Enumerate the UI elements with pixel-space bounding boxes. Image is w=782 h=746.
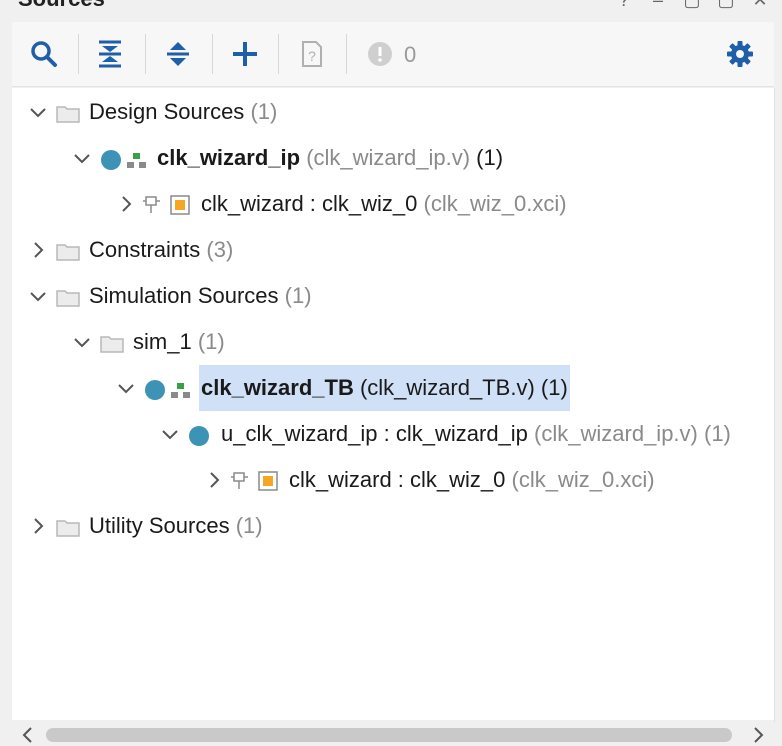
tree-node-clk-wiz-0[interactable]: clk_wizard : clk_wiz_0 (clk_wiz_0.xci) bbox=[12, 184, 774, 224]
issues-button[interactable] bbox=[362, 36, 398, 72]
sources-tree[interactable]: Design Sources (1) clk_wizard_ip (clk_wi… bbox=[12, 88, 774, 720]
unknown-file-button[interactable]: ? bbox=[294, 36, 330, 72]
chevron-right-icon[interactable] bbox=[204, 470, 224, 490]
ip-block-icon bbox=[170, 195, 190, 215]
scroll-right-icon[interactable] bbox=[750, 726, 766, 744]
chevron-down-icon[interactable] bbox=[28, 102, 48, 122]
module-file: (clk_wizard_ip.v) bbox=[306, 145, 471, 170]
issue-count: 0 bbox=[404, 42, 417, 67]
tree-node-clk-wizard-ip[interactable]: clk_wizard_ip (clk_wizard_ip.v) (1) bbox=[12, 138, 774, 178]
chevron-down-icon[interactable] bbox=[72, 332, 92, 352]
expand-all-icon bbox=[167, 42, 189, 66]
chevron-down-icon[interactable] bbox=[160, 424, 180, 444]
close-icon[interactable]: ✕ bbox=[750, 0, 770, 10]
help-icon[interactable]: ? bbox=[614, 0, 634, 10]
toolbar-separator bbox=[145, 34, 146, 74]
tree-node-label: Design Sources bbox=[89, 99, 245, 124]
ip-core-icon bbox=[143, 196, 160, 213]
window-buttons: ? – ▢ ▢ ✕ bbox=[614, 0, 770, 10]
tree-node-sim-1[interactable]: sim_1 (1) bbox=[12, 322, 774, 362]
selected-highlight: clk_wizard_TB (clk_wizard_TB.v) (1) bbox=[199, 365, 570, 411]
search-icon bbox=[31, 41, 57, 67]
tree-node-count: (1) bbox=[284, 283, 312, 308]
collapse-all-button[interactable] bbox=[92, 36, 128, 72]
instance-file: (clk_wizard_ip.v) bbox=[534, 421, 698, 446]
module-file: (clk_wizard_TB.v) bbox=[359, 375, 535, 400]
tree-node-label: Simulation Sources bbox=[89, 283, 279, 308]
tree-node-simulation-sources[interactable]: Simulation Sources (1) bbox=[12, 276, 774, 316]
chevron-down-icon[interactable] bbox=[28, 286, 48, 306]
instance-name: clk_wizard : clk_wiz_0 bbox=[201, 191, 418, 216]
minimize-icon[interactable]: – bbox=[648, 0, 668, 10]
maximize-icon[interactable]: ▢ bbox=[716, 0, 736, 10]
module-dot-icon bbox=[145, 380, 165, 400]
ip-block-icon bbox=[258, 471, 278, 491]
module-dot-icon bbox=[101, 150, 121, 170]
tree-node-label: sim_1 bbox=[133, 329, 192, 354]
toolbar-separator bbox=[78, 34, 79, 74]
tree-node-clk-wizard-tb[interactable]: clk_wizard_TB (clk_wizard_TB.v) (1) bbox=[12, 365, 774, 411]
sources-toolbar: ? 0 bbox=[12, 22, 774, 87]
tree-node-count: (1) bbox=[250, 99, 278, 124]
tree-node-count: (1) bbox=[235, 513, 263, 538]
hierarchy-icon bbox=[127, 153, 146, 168]
module-dot-icon bbox=[189, 426, 209, 446]
tree-node-label: Utility Sources bbox=[89, 513, 230, 538]
toolbar-separator bbox=[278, 34, 279, 74]
toolbar-separator bbox=[212, 34, 213, 74]
folder-icon bbox=[100, 336, 124, 353]
tree-node-constraints[interactable]: Constraints (3) bbox=[12, 230, 774, 270]
svg-text:?: ? bbox=[308, 48, 316, 64]
module-name: clk_wizard_ip bbox=[157, 145, 301, 170]
instance-file: (clk_wiz_0.xci) bbox=[423, 191, 567, 216]
module-name: clk_wizard_TB bbox=[201, 375, 354, 400]
instance-file: (clk_wiz_0.xci) bbox=[511, 467, 655, 492]
tree-node-clk-wiz-0-sim[interactable]: clk_wizard : clk_wiz_0 (clk_wiz_0.xci) bbox=[12, 460, 774, 500]
panel-titlebar: Sources ? – ▢ ▢ ✕ bbox=[0, 0, 782, 22]
plus-icon bbox=[233, 42, 257, 66]
tree-node-count: (3) bbox=[206, 237, 234, 262]
folder-icon bbox=[56, 290, 80, 307]
tree-node-count: (1) bbox=[197, 329, 225, 354]
tree-right-border bbox=[774, 88, 775, 722]
unknown-file-icon: ? bbox=[302, 41, 322, 67]
scrollbar-thumb[interactable] bbox=[46, 728, 732, 742]
instance-name: clk_wizard : clk_wiz_0 bbox=[289, 467, 506, 492]
warning-circle-icon bbox=[368, 42, 392, 66]
tree-node-label: Constraints bbox=[89, 237, 201, 262]
chevron-down-icon[interactable] bbox=[116, 378, 136, 398]
module-count: (1) bbox=[540, 375, 568, 400]
gear-icon bbox=[727, 41, 753, 67]
instance-count: (1) bbox=[704, 421, 731, 446]
add-sources-button[interactable] bbox=[227, 36, 263, 72]
folder-icon bbox=[56, 520, 80, 537]
tree-node-design-sources[interactable]: Design Sources (1) bbox=[12, 92, 774, 132]
chevron-right-icon[interactable] bbox=[28, 240, 48, 260]
chevron-down-icon[interactable] bbox=[72, 148, 92, 168]
toolbar-separator bbox=[346, 34, 347, 74]
instance-name: u_clk_wizard_ip : clk_wizard_ip bbox=[221, 421, 528, 446]
tree-node-u-clk-wizard-ip[interactable]: u_clk_wizard_ip : clk_wizard_ip (clk_wiz… bbox=[12, 414, 774, 454]
folder-icon bbox=[56, 244, 80, 261]
chevron-right-icon[interactable] bbox=[116, 194, 136, 214]
collapse-all-icon bbox=[99, 40, 121, 68]
hierarchy-icon bbox=[171, 383, 190, 398]
module-count: (1) bbox=[476, 145, 504, 170]
scroll-left-icon[interactable] bbox=[20, 726, 36, 744]
tree-node-utility-sources[interactable]: Utility Sources (1) bbox=[12, 506, 774, 546]
folder-icon bbox=[56, 106, 80, 123]
panel-title: Sources bbox=[18, 0, 105, 12]
settings-button[interactable] bbox=[722, 36, 758, 72]
ip-core-icon bbox=[231, 472, 248, 489]
chevron-right-icon[interactable] bbox=[28, 516, 48, 536]
horizontal-scrollbar[interactable] bbox=[12, 722, 774, 746]
restore-icon[interactable]: ▢ bbox=[682, 0, 702, 10]
expand-all-button[interactable] bbox=[160, 36, 196, 72]
search-button[interactable] bbox=[26, 36, 62, 72]
